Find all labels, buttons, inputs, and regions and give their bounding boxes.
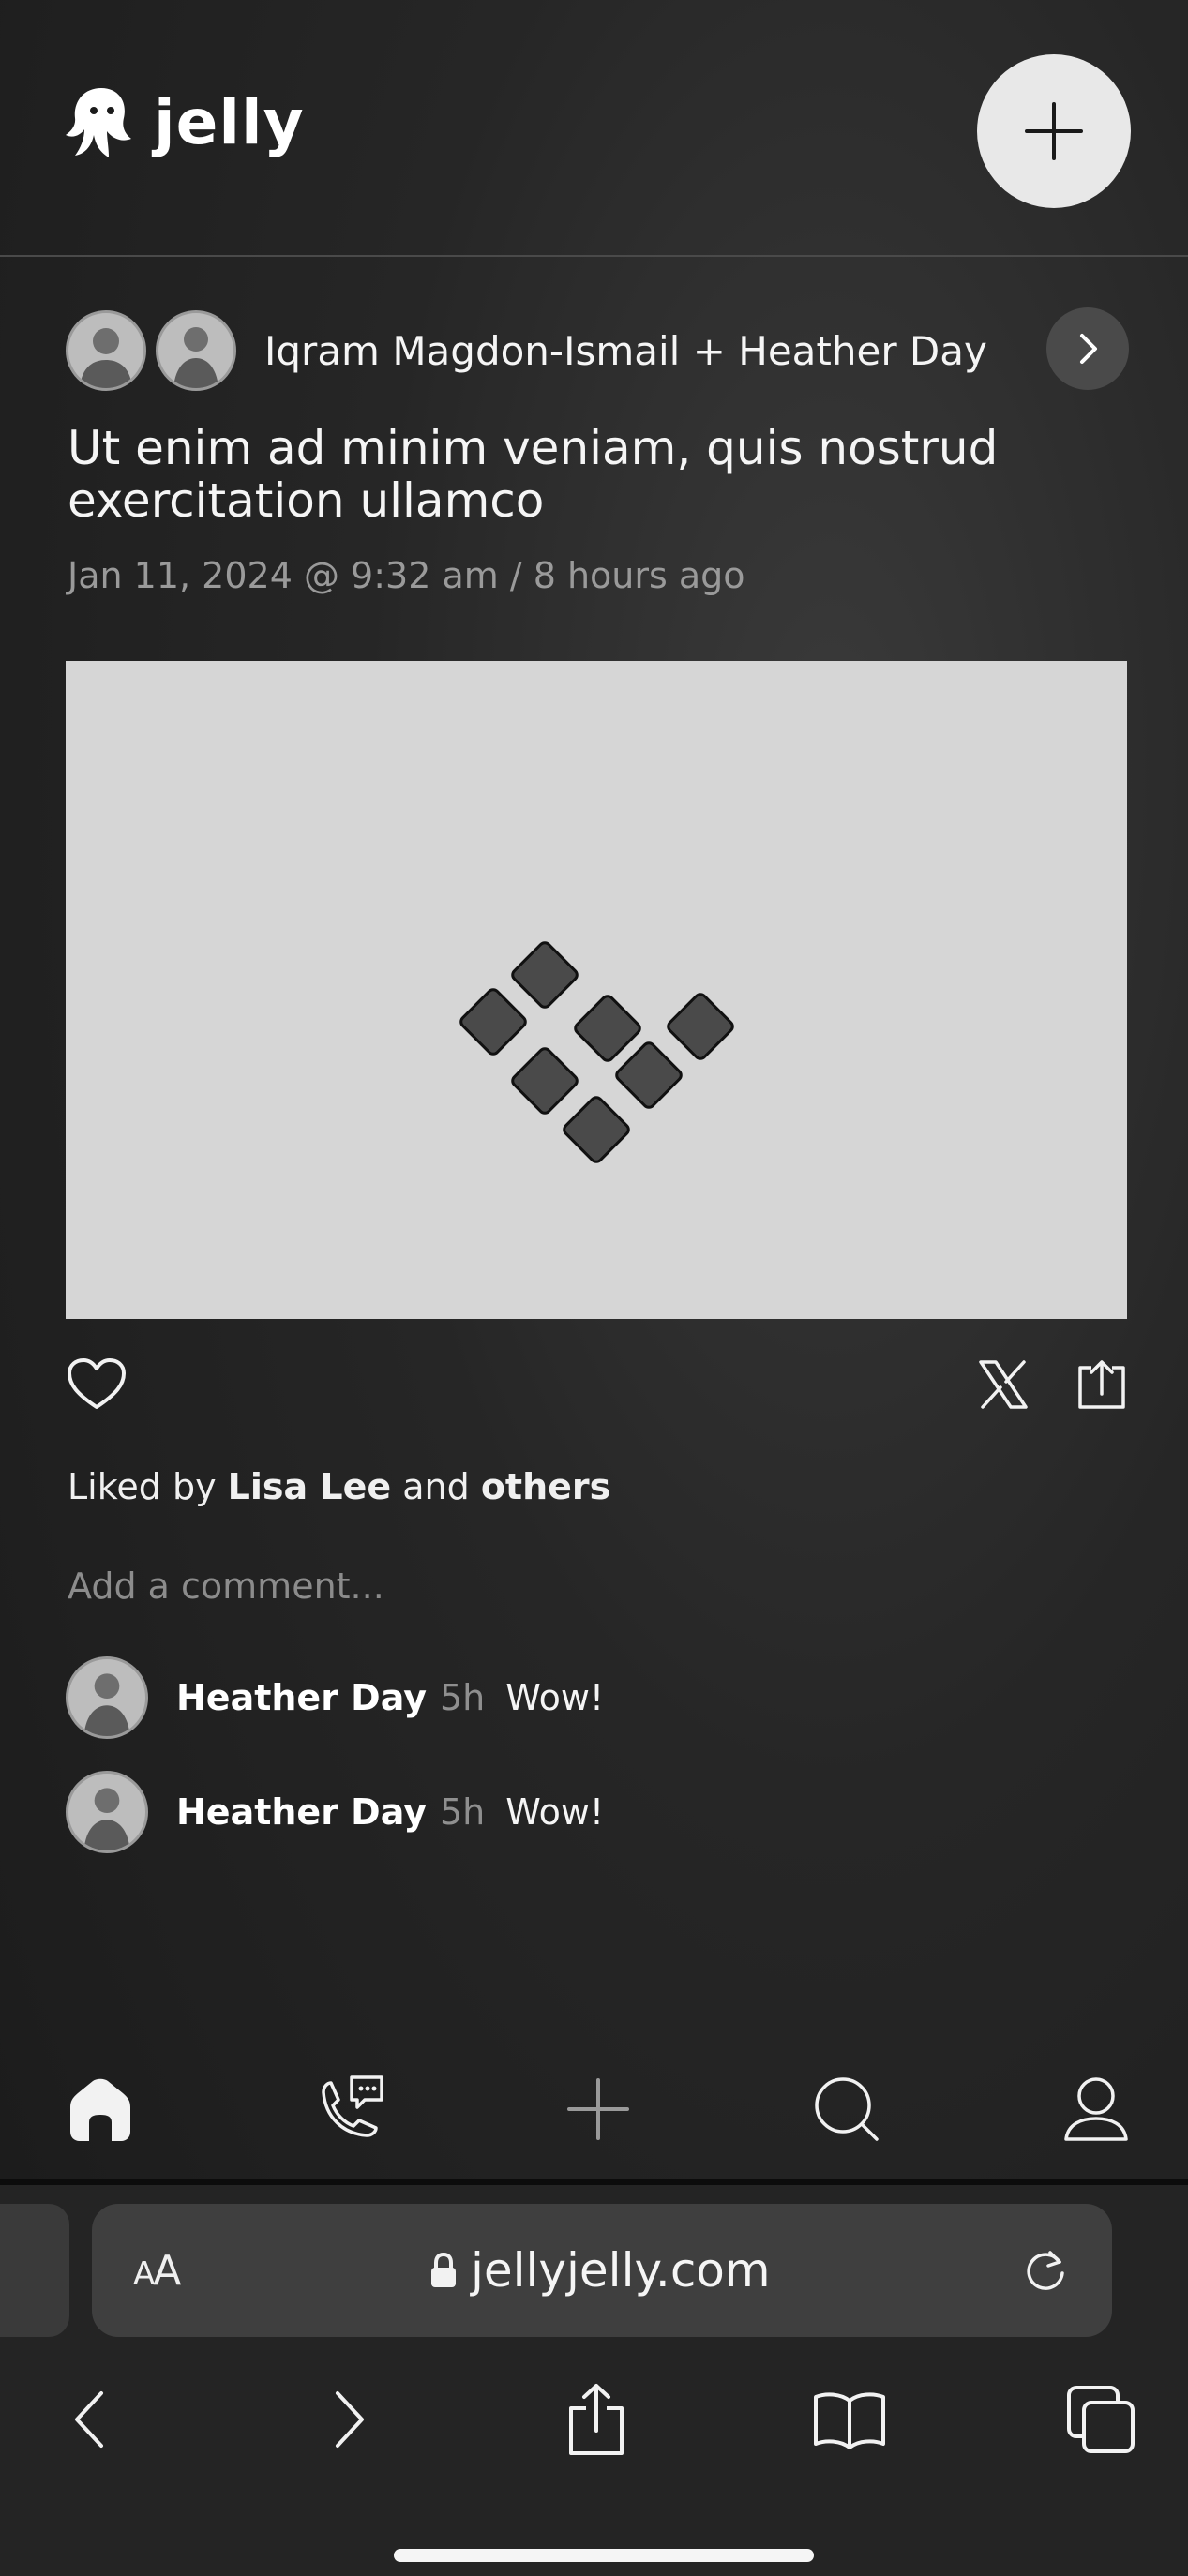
comment-author[interactable]: Heather Day [176, 1791, 427, 1833]
post-text: Ut enim ad minim veniam, quis nostrud ex… [68, 421, 999, 528]
chevron-left-icon [75, 2391, 103, 2448]
url-display[interactable]: jellyjelly.com [429, 2243, 771, 2298]
bottom-tab-bar [0, 2058, 1188, 2170]
browser-chrome: AA jellyjelly.com [0, 2179, 1188, 2576]
avatar[interactable] [156, 310, 236, 391]
plus-icon [1025, 102, 1083, 160]
share-button[interactable] [1075, 1356, 1129, 1416]
reader-settings-button[interactable]: AA [133, 2247, 181, 2295]
home-icon [70, 2078, 130, 2141]
reload-icon [1027, 2251, 1064, 2290]
home-indicator [394, 2549, 814, 2562]
comment-input[interactable] [68, 1565, 1005, 1607]
share-to-x-button[interactable] [975, 1356, 1031, 1416]
jelly-placeholder-icon [459, 941, 734, 1163]
likes-prefix: Liked by [68, 1466, 228, 1507]
profile-icon [1064, 2077, 1128, 2141]
back-button[interactable] [43, 2373, 137, 2466]
tab-profile[interactable] [1045, 2058, 1148, 2161]
author-row: Iqram Magdon-Ismail + Heather Day [66, 307, 1129, 394]
jellyfish-icon [62, 82, 141, 161]
tab-calls[interactable] [300, 2058, 403, 2161]
comment-text: Wow! [505, 1791, 605, 1833]
comment: Heather Day 5h Wow! [66, 1770, 1097, 1854]
post-timestamp: Jan 11, 2024 @ 9:32 am / 8 hours ago [68, 555, 745, 596]
avatar[interactable] [66, 310, 146, 391]
post-actions [66, 1356, 1129, 1422]
likes-middle: and [391, 1466, 481, 1507]
address-bar[interactable]: AA jellyjelly.com [92, 2204, 1112, 2337]
reload-button[interactable] [1022, 2245, 1071, 2298]
tabs-icon [1067, 2386, 1135, 2453]
phone-chat-icon [322, 2075, 383, 2137]
media-placeholder[interactable] [66, 661, 1127, 1319]
aa-small-label: A [133, 2255, 155, 2293]
avatar[interactable] [66, 1771, 148, 1853]
logo-text: jelly [154, 85, 305, 158]
bookmarks-button[interactable] [803, 2373, 896, 2466]
next-button[interactable] [1046, 307, 1129, 390]
share-icon [1078, 1360, 1125, 1409]
browser-toolbar [0, 2373, 1188, 2476]
share-icon [569, 2384, 624, 2455]
forward-button[interactable] [302, 2373, 396, 2466]
url-text: jellyjelly.com [471, 2243, 771, 2298]
liker-name[interactable]: Lisa Lee [228, 1466, 392, 1507]
previous-tab-preview[interactable] [0, 2204, 69, 2337]
heart-icon [68, 1358, 126, 1409]
tab-search[interactable] [795, 2058, 898, 2161]
tab-create[interactable] [547, 2058, 650, 2161]
comment-author[interactable]: Heather Day [176, 1677, 427, 1718]
search-icon [815, 2077, 879, 2141]
tab-home[interactable] [49, 2058, 152, 2161]
jelly-logo[interactable]: jelly [62, 82, 305, 161]
comment: Heather Day 5h Wow! [66, 1655, 1097, 1740]
comment-time: 5h [439, 1791, 486, 1833]
comment-time: 5h [439, 1677, 486, 1718]
share-page-button[interactable] [549, 2373, 643, 2466]
x-logo-icon [979, 1360, 1028, 1409]
new-post-button[interactable] [977, 54, 1131, 208]
lock-icon [431, 2252, 456, 2287]
post-authors[interactable]: Iqram Magdon-Ismail + Heather Day [264, 328, 987, 374]
tabs-button[interactable] [1054, 2373, 1148, 2466]
chevron-right-icon [336, 2391, 364, 2448]
plus-icon [567, 2078, 629, 2140]
comment-text: Wow! [505, 1677, 605, 1718]
likes-summary: Liked by Lisa Lee and others [68, 1466, 610, 1507]
like-button[interactable] [66, 1356, 128, 1416]
page: jelly Iqram Magdon-Ismail + Heather Day … [0, 0, 1188, 2576]
aa-large-label: A [153, 2247, 181, 2295]
app-header: jelly [0, 0, 1188, 257]
likes-others-link[interactable]: others [481, 1466, 610, 1507]
chevron-right-icon [1080, 334, 1097, 364]
book-icon [814, 2392, 885, 2449]
avatar[interactable] [66, 1656, 148, 1739]
